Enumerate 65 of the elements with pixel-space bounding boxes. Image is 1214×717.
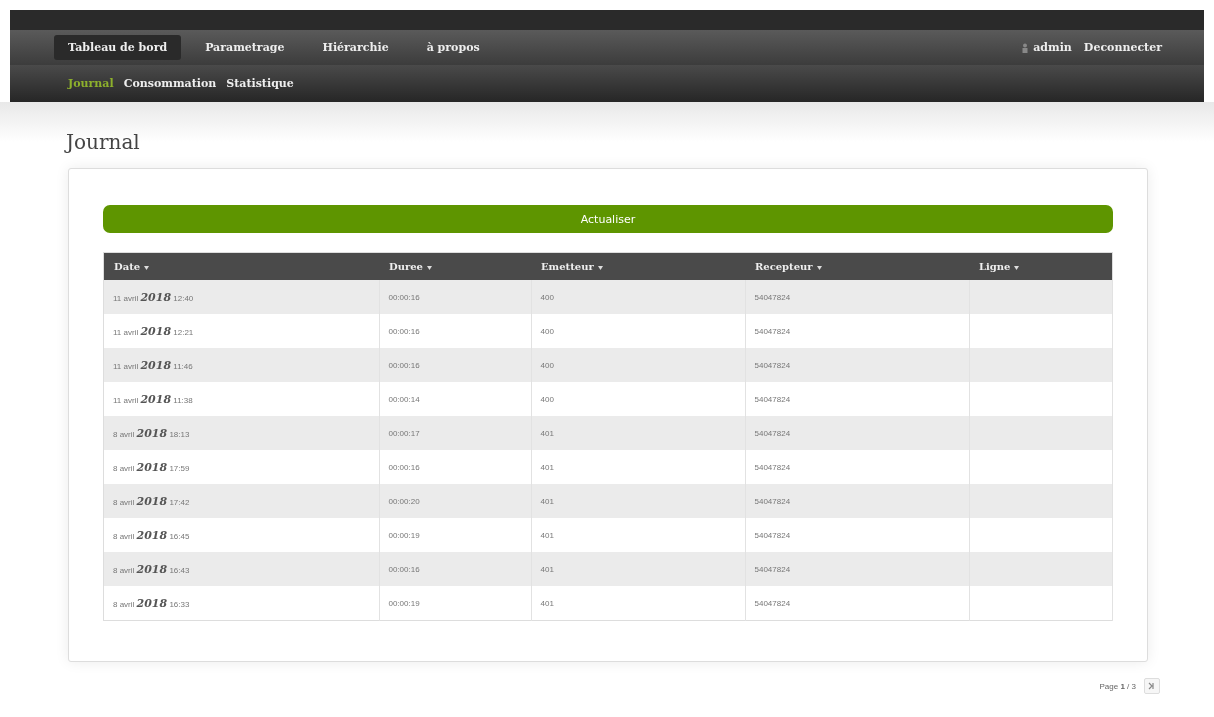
sort-caret-icon xyxy=(597,265,603,270)
table-cell: 400 xyxy=(540,360,554,370)
table-cell: 00:00:16 xyxy=(388,564,420,574)
table-cell: 54047824 xyxy=(754,598,791,608)
last-page-button[interactable] xyxy=(1144,678,1160,694)
column-header[interactable]: Ligne xyxy=(979,261,1011,272)
sort-caret-icon xyxy=(1014,265,1020,270)
logout-link[interactable]: Deconnecter xyxy=(1083,41,1162,54)
table-cell: 8 avril 2018 17:59 xyxy=(113,463,190,473)
column-header[interactable]: Recepteur xyxy=(755,261,813,272)
nav-tab[interactable]: à propos xyxy=(412,35,494,60)
table-cell: 54047824 xyxy=(754,530,791,540)
table-cell: 8 avril 2018 16:43 xyxy=(113,565,190,575)
table-cell: 54047824 xyxy=(754,496,791,506)
table-cell: 54047824 xyxy=(754,360,791,370)
table-cell: 8 avril 2018 16:45 xyxy=(113,531,190,541)
table-cell: 11 avril 2018 11:38 xyxy=(113,395,193,405)
user-link[interactable]: admin xyxy=(1033,41,1072,54)
table-cell: 401 xyxy=(540,530,554,540)
nav-tab[interactable]: Hiérarchie xyxy=(308,35,403,60)
table-cell: 00:00:16 xyxy=(388,462,420,472)
table-cell: 54047824 xyxy=(754,326,791,336)
sub-tab[interactable]: Consommation xyxy=(123,77,217,90)
table-cell: 8 avril 2018 16:33 xyxy=(113,599,190,609)
column-header[interactable]: Date xyxy=(114,261,141,272)
table-cell: 400 xyxy=(540,292,554,302)
table-cell: 00:00:20 xyxy=(388,496,420,506)
table-cell: 401 xyxy=(540,462,554,472)
table-cell: 401 xyxy=(540,598,554,608)
table-cell: 00:00:17 xyxy=(388,428,420,438)
table-cell: 401 xyxy=(540,428,554,438)
table-cell: 00:00:16 xyxy=(388,292,420,302)
sub-tab[interactable]: Statistique xyxy=(226,77,294,90)
table-cell: 11 avril 2018 12:40 xyxy=(113,293,194,303)
table-cell: 54047824 xyxy=(754,428,791,438)
table-cell: 54047824 xyxy=(754,462,791,472)
table-cell: 00:00:16 xyxy=(388,326,420,336)
table-cell: 00:00:19 xyxy=(388,530,420,540)
sort-caret-icon xyxy=(426,265,432,270)
table-cell: 8 avril 2018 18:13 xyxy=(113,429,190,439)
page-title: Journal xyxy=(66,130,141,154)
table-cell: 00:00:19 xyxy=(388,598,420,608)
table-cell: 8 avril 2018 17:42 xyxy=(113,497,190,507)
table-cell: 54047824 xyxy=(754,564,791,574)
table-cell: 54047824 xyxy=(754,292,791,302)
table-cell: 11 avril 2018 11:46 xyxy=(113,361,193,371)
table-cell: 54047824 xyxy=(754,394,791,404)
nav-tab[interactable]: Tableau de bord xyxy=(54,35,182,60)
user-icon xyxy=(1022,42,1029,53)
table-cell: 401 xyxy=(540,496,554,506)
last-page-icon xyxy=(1148,682,1156,690)
table-cell: 00:00:16 xyxy=(388,360,420,370)
sort-caret-icon xyxy=(144,265,150,270)
table-cell: 400 xyxy=(540,394,554,404)
column-header[interactable]: Emetteur xyxy=(541,261,594,272)
column-header[interactable]: Duree xyxy=(389,261,423,272)
sub-tab[interactable]: Journal xyxy=(68,77,114,90)
table-cell: 400 xyxy=(540,326,554,336)
table-cell: 401 xyxy=(540,564,554,574)
refresh-button[interactable]: Actualiser xyxy=(103,205,1113,233)
nav-tab[interactable]: Parametrage xyxy=(191,35,299,60)
page-indicator: Page 1 / 3 xyxy=(1099,681,1136,691)
table-cell: 11 avril 2018 12:21 xyxy=(113,327,194,337)
sort-caret-icon xyxy=(816,265,822,270)
table-cell: 00:00:14 xyxy=(388,394,420,404)
